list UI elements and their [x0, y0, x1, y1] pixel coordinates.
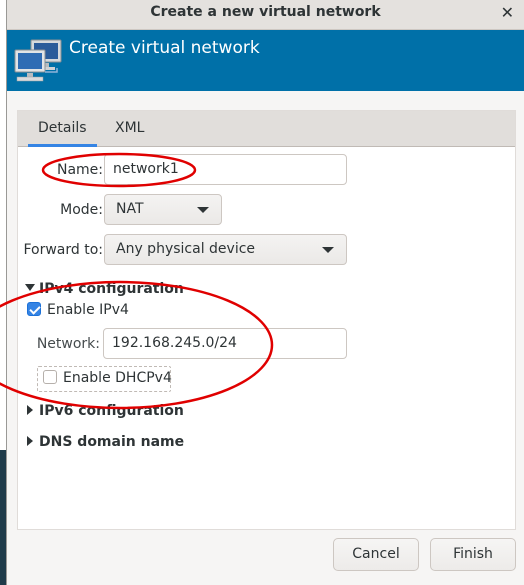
chevron-down-icon: [197, 207, 209, 213]
ipv6-expander[interactable]: IPv6 configuration: [27, 403, 184, 419]
network-input[interactable]: 192.168.245.0/24: [103, 328, 347, 359]
expander-closed-icon: [27, 405, 33, 415]
expander-closed-icon: [27, 436, 33, 446]
ipv6-section-label: IPv6 configuration: [39, 403, 184, 419]
create-network-dialog: Create a new virtual network ✕ Create vi…: [7, 0, 524, 585]
details-notebook: Details XML Name: network1 Mode: NAT For…: [17, 110, 516, 530]
header-banner: Create virtual network: [7, 30, 524, 91]
checkbox-checked-icon: [27, 302, 41, 316]
dns-expander[interactable]: DNS domain name: [27, 434, 184, 450]
mode-value: NAT: [116, 201, 144, 217]
background-desktop-edge: [0, 450, 7, 585]
forward-label: Forward to:: [23, 242, 103, 258]
title-bar: Create a new virtual network ✕: [7, 0, 524, 30]
network-label: Network:: [36, 336, 100, 352]
ipv4-expander[interactable]: IPv4 configuration: [25, 281, 184, 297]
enable-ipv4-label: Enable IPv4: [47, 302, 129, 318]
ipv4-section-label: IPv4 configuration: [39, 281, 184, 297]
window-title: Create a new virtual network: [150, 4, 381, 20]
enable-dhcpv4-label: Enable DHCPv4: [63, 370, 172, 386]
network-computers-icon: [14, 39, 62, 82]
name-label: Name:: [56, 162, 103, 178]
cancel-button[interactable]: Cancel: [333, 538, 419, 571]
mode-label: Mode:: [60, 202, 103, 218]
tab-bar: Details XML: [18, 111, 515, 147]
tab-details[interactable]: Details: [28, 120, 97, 147]
finish-button[interactable]: Finish: [430, 538, 516, 571]
dns-section-label: DNS domain name: [39, 434, 185, 450]
forward-value: Any physical device: [116, 241, 256, 257]
close-icon[interactable]: ✕: [501, 3, 514, 22]
chevron-down-icon: [322, 247, 334, 253]
forward-dropdown[interactable]: Any physical device: [104, 234, 347, 265]
expander-open-icon: [25, 284, 35, 291]
mode-dropdown[interactable]: NAT: [104, 194, 222, 225]
checkbox-unchecked-icon: [43, 370, 57, 384]
banner-title: Create virtual network: [69, 38, 260, 58]
name-input[interactable]: network1: [104, 154, 347, 185]
enable-ipv4-checkbox[interactable]: Enable IPv4: [27, 302, 129, 318]
enable-dhcpv4-checkbox[interactable]: Enable DHCPv4: [43, 370, 172, 386]
tab-xml[interactable]: XML: [115, 120, 144, 136]
